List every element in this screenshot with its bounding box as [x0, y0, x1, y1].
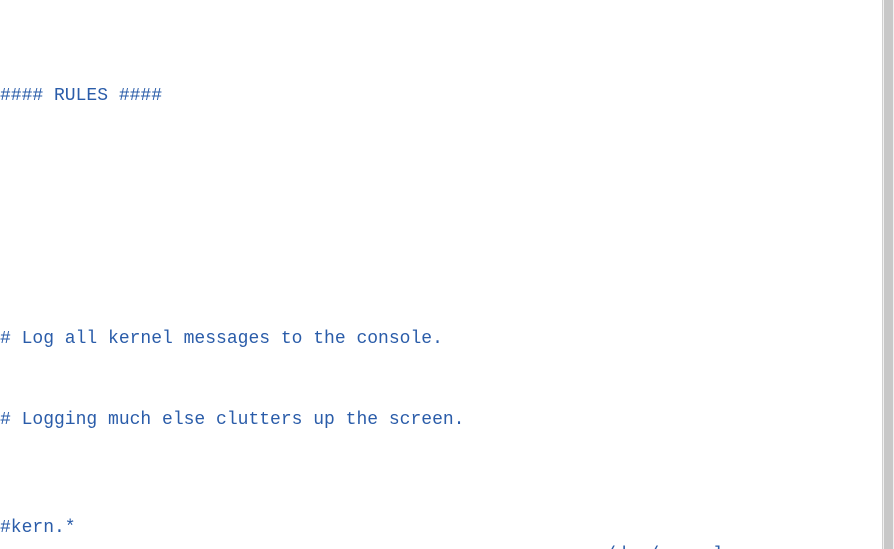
scrollbar-thumb[interactable] — [884, 0, 893, 549]
comment-kernel-1: # Log all kernel messages to the console… — [0, 326, 883, 353]
config-file-view: #### RULES #### # Log all kernel message… — [0, 0, 883, 549]
rules-header: #### RULES #### — [0, 83, 883, 110]
dest-dev-console: /dev/console — [605, 542, 735, 549]
blank-line — [0, 164, 883, 191]
blank-line — [0, 245, 883, 272]
scrollbar[interactable] — [882, 0, 894, 549]
entry-kern: #kern.* /dev/console — [0, 488, 883, 515]
selector-kern: #kern.* — [0, 515, 76, 542]
comment-kernel-2: # Logging much else clutters up the scre… — [0, 407, 883, 434]
